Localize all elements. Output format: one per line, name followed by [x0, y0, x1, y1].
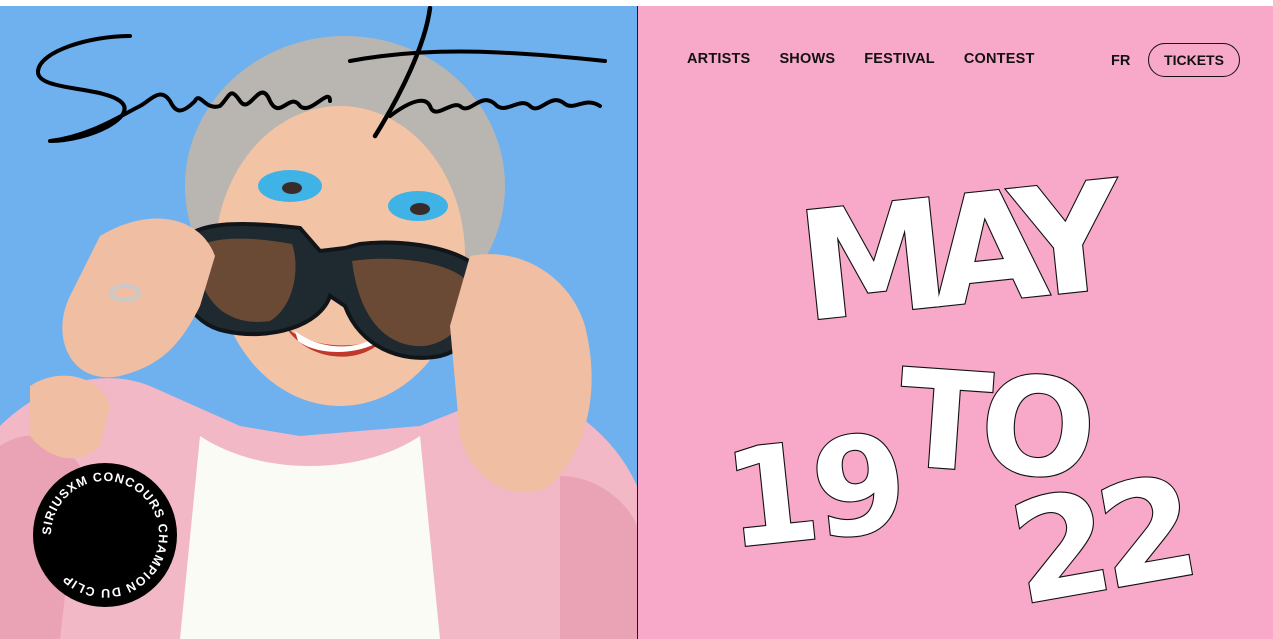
badge-text: SIRIUSXM CONCOURS CHAMPION DU CLIP — [40, 470, 169, 600]
date-panel: ARTISTS SHOWS FESTIVAL CONTEST FR TICKET… — [637, 6, 1273, 639]
date-month: MAY — [791, 149, 1133, 356]
badge-ring: SIRIUSXM CONCOURS CHAMPION DU CLIP — [40, 470, 170, 600]
svg-text:SIRIUSXM CONCOURS CHAMPION DU: SIRIUSXM CONCOURS CHAMPION DU CLIP — [40, 470, 170, 600]
hero-image: SIRIUSXM CONCOURS CHAMPION DU CLIP — [0, 6, 637, 639]
santa-teresa-logo[interactable] — [30, 6, 610, 156]
contest-badge[interactable]: SIRIUSXM CONCOURS CHAMPION DU CLIP — [33, 463, 177, 607]
festival-dates: MAY 19 TO 22 — [716, 148, 1201, 639]
date-end-day: 22 — [999, 447, 1199, 638]
date-start-day: 19 — [717, 405, 908, 580]
